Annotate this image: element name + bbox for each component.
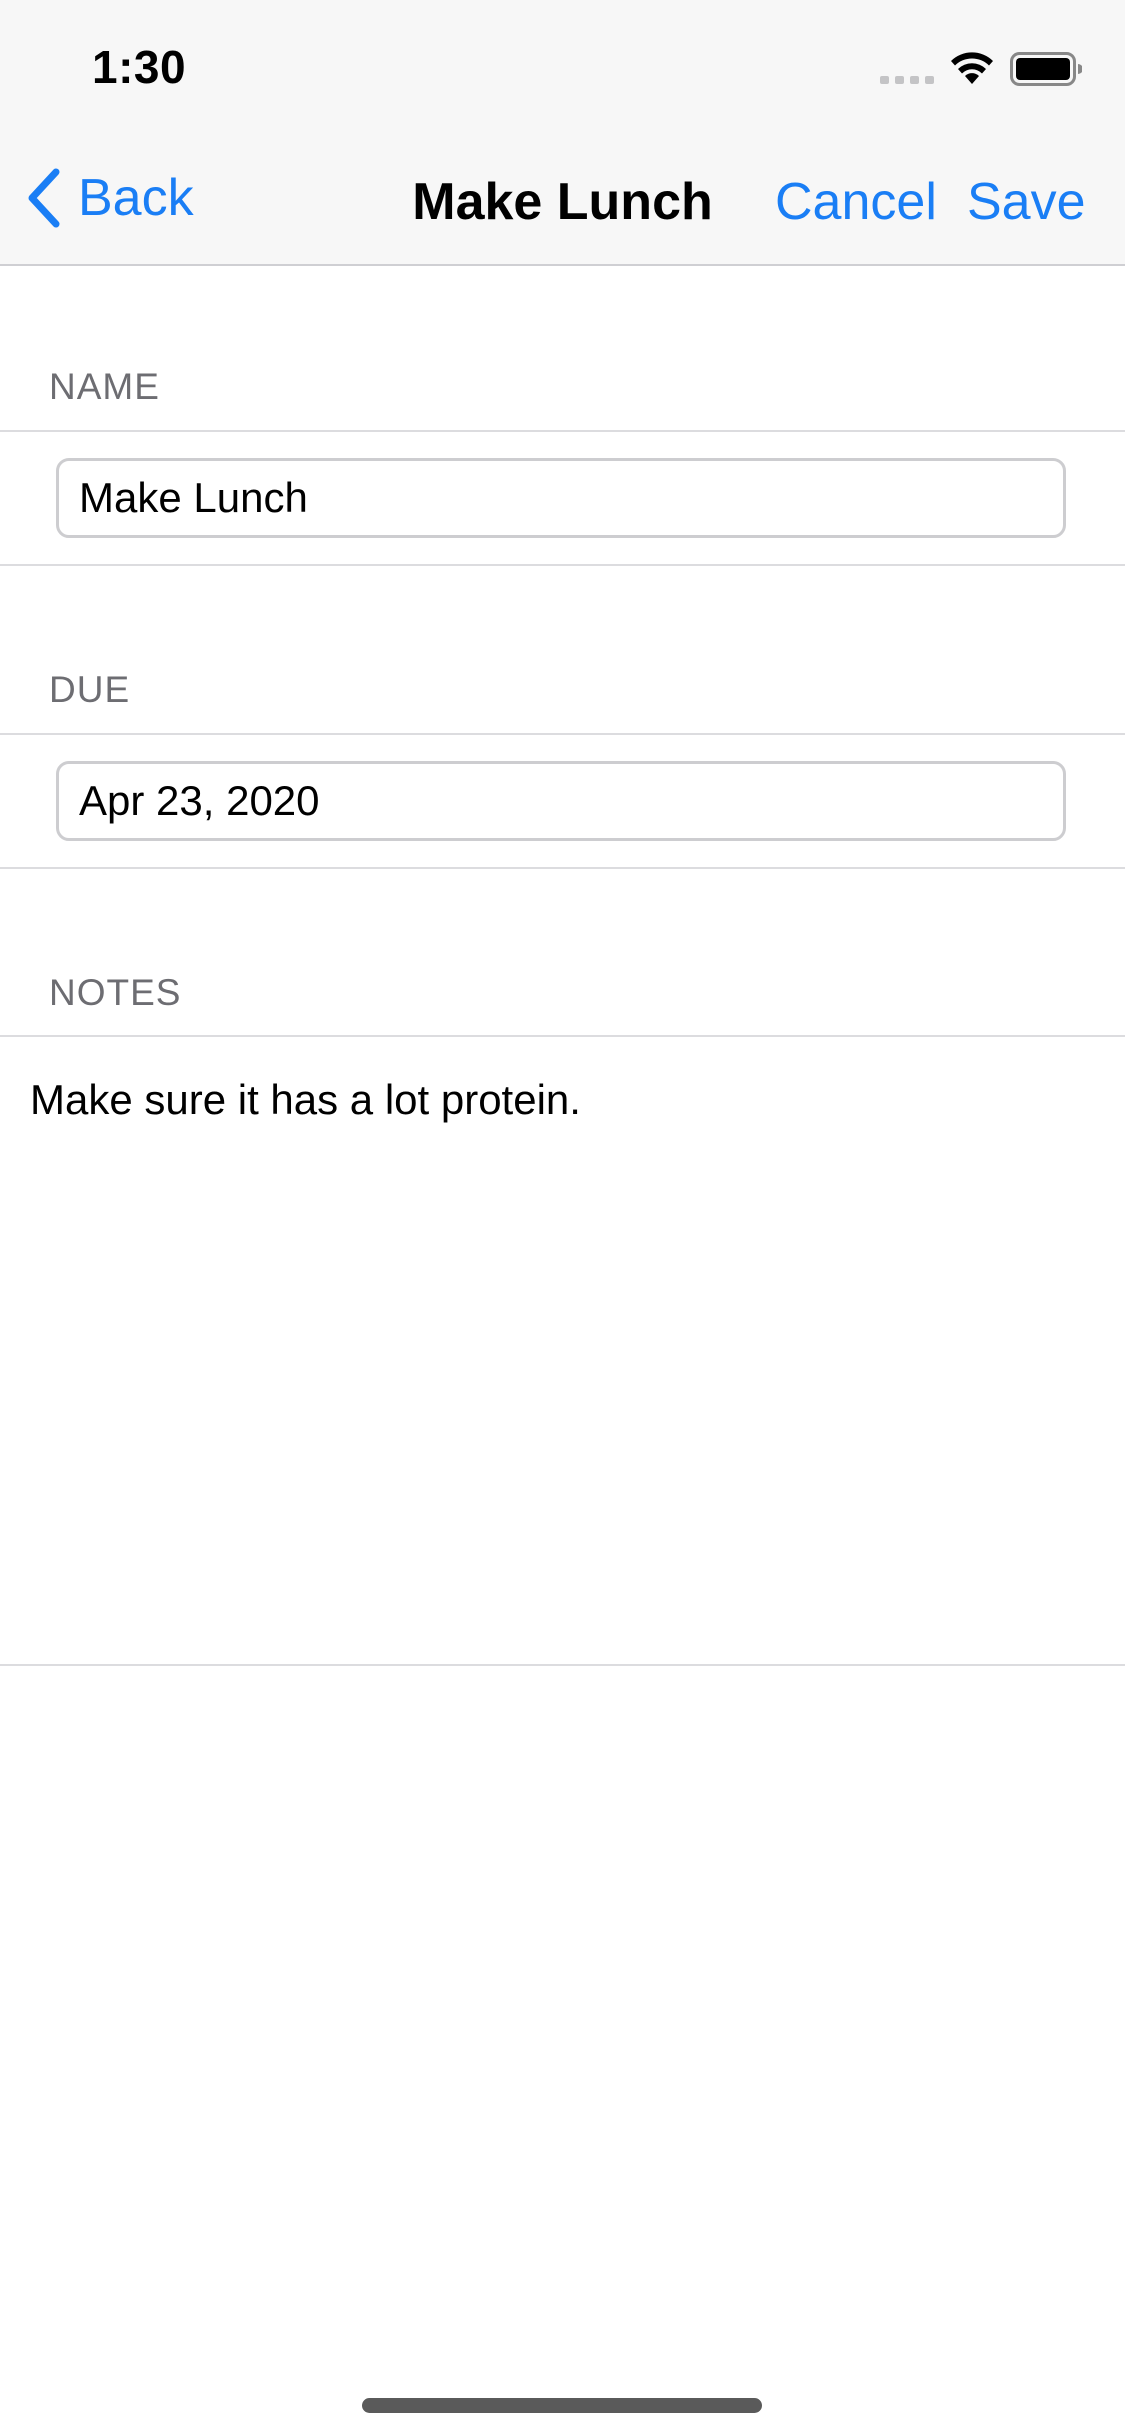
save-button[interactable]: Save <box>967 172 1086 232</box>
page-title: Make Lunch <box>412 173 713 231</box>
battery-icon <box>1010 52 1082 86</box>
name-section-header: NAME <box>49 366 160 407</box>
notes-textarea[interactable]: Make sure it has a lot protein. <box>30 1070 1090 1650</box>
divider <box>0 1035 1125 1037</box>
divider <box>0 564 1125 566</box>
divider <box>0 733 1125 735</box>
divider <box>0 1664 1125 1666</box>
divider <box>0 430 1125 432</box>
notes-section-header: NOTES <box>49 972 182 1013</box>
due-date-field[interactable] <box>56 761 1066 841</box>
home-indicator[interactable] <box>362 2398 762 2413</box>
cellular-signal-icon <box>880 76 934 84</box>
status-time: 1:30 <box>92 41 187 93</box>
wifi-icon <box>951 52 993 84</box>
navigation-bar: Back Make Lunch Cancel Save <box>0 132 1125 266</box>
due-section-header: DUE <box>49 669 131 710</box>
cancel-button[interactable]: Cancel <box>775 172 937 232</box>
divider <box>0 867 1125 869</box>
name-field[interactable] <box>56 458 1066 538</box>
status-bar: 1:30 <box>0 0 1125 132</box>
